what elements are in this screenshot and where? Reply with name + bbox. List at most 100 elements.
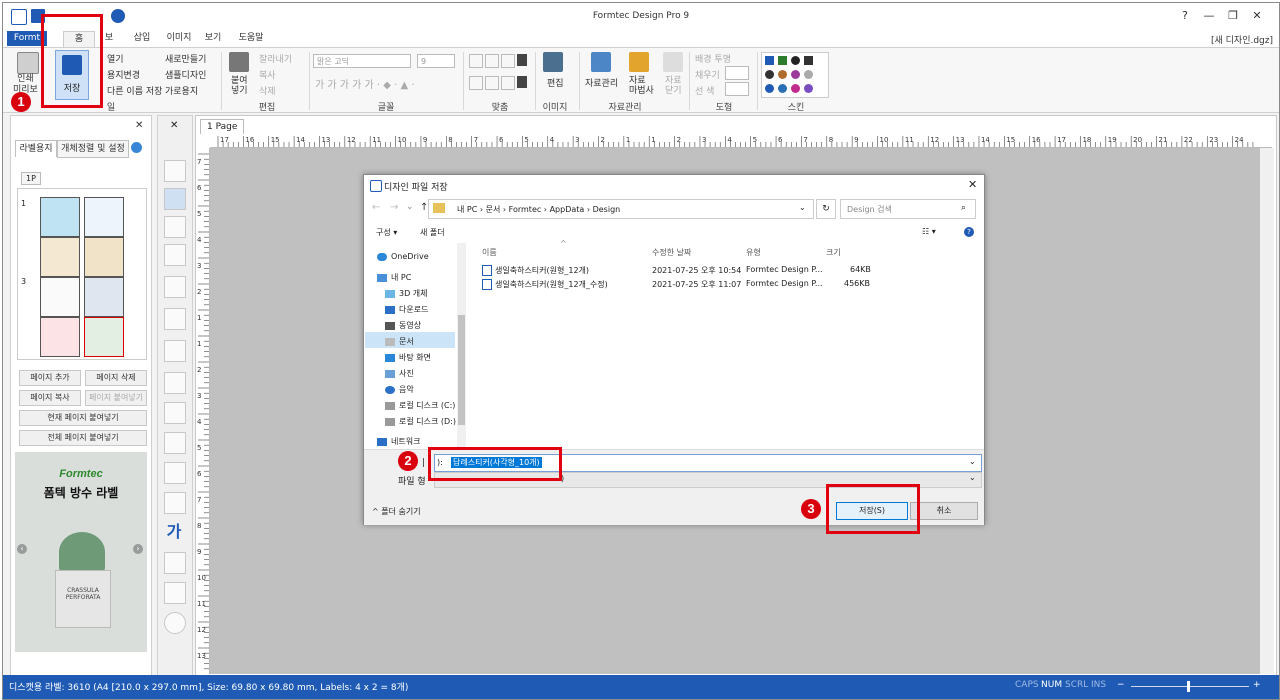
copy-page-button[interactable]: 페이지 복사: [19, 390, 81, 406]
nav-videos[interactable]: 동영상: [385, 320, 421, 331]
change-paper-button[interactable]: 용지변경: [107, 68, 140, 81]
minimize-button[interactable]: —: [1197, 7, 1221, 25]
align-buttons[interactable]: [469, 54, 529, 94]
font-name-select[interactable]: 맑은 고딕: [313, 54, 411, 68]
copy-button[interactable]: 복사: [259, 68, 276, 81]
help-circle-icon[interactable]: ?: [964, 227, 974, 237]
label-thumbnail[interactable]: [84, 237, 124, 277]
label-thumbnail[interactable]: [40, 197, 80, 237]
prev-arrow-icon[interactable]: ‹: [17, 544, 27, 554]
nav-desktop[interactable]: 바탕 화면: [385, 352, 431, 363]
nav-onedrive[interactable]: OneDrive: [377, 252, 429, 261]
barcode-tool-icon[interactable]: [164, 372, 186, 394]
restore-button[interactable]: ❐: [1221, 7, 1245, 25]
back-arrow-icon[interactable]: ←: [372, 202, 380, 213]
barcode2-tool-icon[interactable]: [164, 402, 186, 424]
column-name[interactable]: 이름: [482, 247, 497, 258]
nav-downloads[interactable]: 다운로드: [385, 304, 428, 315]
breadcrumb-item[interactable]: AppData: [550, 205, 585, 214]
image-edit-button[interactable]: 편집: [547, 76, 564, 89]
nav-scroll-thumb[interactable]: [458, 315, 465, 425]
search-box[interactable]: Design 검색 ⌕: [840, 199, 976, 219]
zoom-slider[interactable]: [1131, 686, 1249, 687]
page-tab-1p[interactable]: 1P: [21, 172, 41, 185]
label-thumbnail[interactable]: [40, 277, 80, 317]
background-tool-icon[interactable]: [164, 582, 186, 604]
nav-music[interactable]: 음악: [385, 384, 414, 395]
delete-button[interactable]: 삭제: [259, 84, 276, 97]
zoom-slider-thumb[interactable]: [1187, 681, 1190, 692]
dialog-cancel-button[interactable]: 취소: [910, 502, 978, 520]
view-options-icon[interactable]: ☷ ▾: [922, 227, 936, 236]
tab-label-paper[interactable]: 라벨용지: [15, 140, 57, 157]
document-tool-icon[interactable]: [164, 492, 186, 514]
font-size-select[interactable]: 9: [417, 54, 455, 68]
data-manage-button[interactable]: 자료관리: [585, 76, 618, 89]
nav-pictures[interactable]: 사진: [385, 368, 414, 379]
chart-tool-icon[interactable]: [164, 244, 186, 266]
column-date[interactable]: 수정한 날짜: [652, 247, 691, 258]
cross-tool-icon[interactable]: [164, 188, 186, 210]
file-row[interactable]: 생일축하스티커(원형_12개): [482, 265, 589, 276]
tab-object-align[interactable]: 개체정렬 및 설정: [57, 140, 129, 158]
open-button[interactable]: 열기: [107, 52, 124, 65]
photo-tool-icon[interactable]: [164, 432, 186, 454]
paste-current-page-button[interactable]: 현재 페이지 붙여넣기: [19, 410, 147, 426]
font-style-buttons[interactable]: 가 가 가 가 가 · ◆ · ▲ ·: [315, 76, 415, 91]
label-thumbnail[interactable]: [40, 317, 80, 357]
breadcrumb-item[interactable]: Design: [593, 205, 621, 214]
nav-scrollbar[interactable]: [457, 243, 466, 449]
column-type[interactable]: 유형: [746, 247, 761, 258]
label-thumbnail[interactable]: [84, 277, 124, 317]
disc-tool-icon[interactable]: [164, 612, 186, 634]
next-arrow-icon[interactable]: ›: [133, 544, 143, 554]
vertical-scrollbar[interactable]: [1260, 148, 1274, 674]
paste-all-pages-button[interactable]: 전체 페이지 붙여넣기: [19, 430, 147, 446]
chevron-down-icon[interactable]: ⌄: [799, 203, 806, 212]
tab-insert[interactable]: 삽입: [127, 31, 157, 46]
nav-drive-d[interactable]: 로컬 디스크 (D:): [385, 416, 456, 427]
cut-button[interactable]: 잘라내기: [259, 52, 292, 65]
qrcode-tool-icon[interactable]: [164, 340, 186, 362]
new-button[interactable]: 새로만들기: [165, 52, 206, 65]
label-thumbnail[interactable]: [84, 197, 124, 237]
close-button[interactable]: ✕: [1245, 7, 1269, 25]
nav-documents[interactable]: 문서: [385, 336, 414, 347]
text-tool-icon[interactable]: [164, 308, 186, 330]
nav-network[interactable]: 네트워크: [377, 436, 420, 447]
label-thumbnail[interactable]: [40, 237, 80, 277]
delete-page-button[interactable]: 페이지 삭제: [85, 370, 147, 386]
organize-button[interactable]: 구성 ▾: [376, 227, 397, 238]
skin-palette[interactable]: [761, 52, 829, 98]
dialog-close-icon[interactable]: ✕: [968, 178, 977, 191]
breadcrumb-item[interactable]: 내 PC: [457, 205, 477, 214]
breadcrumb-item[interactable]: Formtec: [509, 205, 542, 214]
address-bar[interactable]: 내 PC › 문서 › Formtec › AppData › Design ⌄: [428, 199, 814, 219]
label-thumbnail[interactable]: [84, 317, 124, 357]
paste-page-button[interactable]: 페이지 붙여넣기: [85, 390, 147, 406]
forward-arrow-icon[interactable]: →: [390, 202, 398, 213]
image-tool-icon[interactable]: [164, 216, 186, 238]
sample-design-button[interactable]: 샘플디자인: [165, 68, 206, 81]
search-icon[interactable]: ⌕: [961, 203, 966, 213]
table-tool-icon[interactable]: [164, 462, 186, 484]
breadcrumb-item[interactable]: 문서: [486, 205, 501, 214]
close-panel-icon[interactable]: ✕: [135, 120, 143, 131]
save-as-button[interactable]: 다른 이름 저장: [107, 84, 162, 97]
text-ga-icon[interactable]: 가: [164, 522, 184, 542]
nav-my-pc[interactable]: 내 PC: [377, 272, 411, 283]
recent-dropdown-icon[interactable]: ⌄: [406, 202, 414, 212]
zoom-out-button[interactable]: −: [1117, 680, 1125, 690]
tab-help[interactable]: 도움말: [233, 31, 269, 46]
fill-color-picker[interactable]: [725, 66, 749, 80]
ad-banner[interactable]: Formtec 폼텍 방수 라벨 CRASSULA PERFORATA ‹ ›: [15, 452, 147, 652]
clipart-tool-icon[interactable]: [164, 552, 186, 574]
help-icon[interactable]: ?: [1173, 7, 1197, 25]
page-tab[interactable]: 1 Page: [200, 119, 245, 134]
tab-image[interactable]: 이미지: [161, 31, 197, 46]
file-row[interactable]: 생일축하스티커(원형_12개_수정): [482, 279, 608, 290]
hide-folders-toggle[interactable]: ^ 폴더 숨기기: [372, 506, 421, 517]
text-frame-tool-icon[interactable]: [164, 276, 186, 298]
nav-drive-c[interactable]: 로컬 디스크 (C:): [385, 400, 455, 411]
line-color-picker[interactable]: [725, 82, 749, 96]
